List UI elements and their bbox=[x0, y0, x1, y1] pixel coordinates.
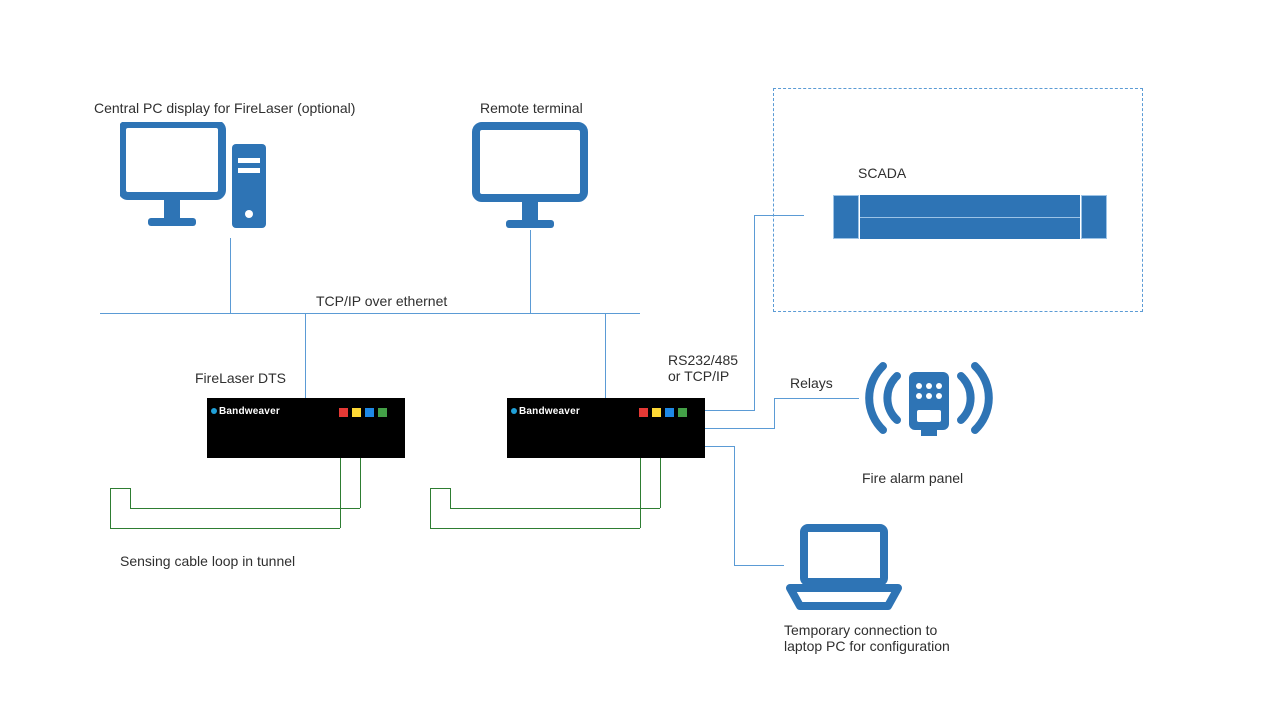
dts-brand-label: Bandweaver bbox=[519, 406, 580, 417]
laptop-icon bbox=[784, 524, 904, 614]
brand-dot-icon bbox=[211, 408, 217, 414]
link-dts2-laptop-h bbox=[705, 446, 735, 447]
link-dts2-relay-h bbox=[705, 428, 775, 429]
link-dts1-bus bbox=[305, 313, 306, 398]
link-remote-bus bbox=[530, 230, 531, 313]
label-fire-alarm: Fire alarm panel bbox=[862, 470, 963, 486]
led-strip bbox=[639, 408, 687, 417]
dts-brand-label: Bandweaver bbox=[219, 406, 280, 417]
loop1-inner-v bbox=[130, 488, 131, 508]
loop1-bot-h bbox=[110, 528, 340, 529]
loop2-right-down bbox=[660, 458, 661, 508]
link-centralpc-bus bbox=[230, 238, 231, 313]
loop1-top-h bbox=[130, 508, 360, 509]
link-dts2-laptop-v bbox=[734, 446, 735, 566]
link-dts2-bus bbox=[605, 313, 606, 398]
brand-dot-icon bbox=[511, 408, 517, 414]
led-strip bbox=[339, 408, 387, 417]
link-dts2-scada-into bbox=[754, 215, 804, 216]
label-relays: Relays bbox=[790, 375, 833, 391]
loop1-cap bbox=[110, 488, 130, 489]
link-dts2-laptop-h2 bbox=[734, 565, 784, 566]
label-tcpip: TCP/IP over ethernet bbox=[316, 293, 447, 309]
loop2-inner-v bbox=[450, 488, 451, 508]
label-firelaser-dts: FireLaser DTS bbox=[195, 370, 286, 386]
loop1-outer-v bbox=[110, 488, 111, 528]
link-dts2-relay-h2 bbox=[774, 398, 859, 399]
link-dts2-relay-v bbox=[774, 398, 775, 429]
remote-terminal-icon bbox=[470, 122, 590, 232]
label-remote-terminal: Remote terminal bbox=[480, 100, 583, 116]
loop2-cap bbox=[430, 488, 450, 489]
loop2-bot-h bbox=[430, 528, 640, 529]
loop2-outer-v bbox=[430, 488, 431, 528]
link-dts2-scada-h bbox=[705, 410, 755, 411]
label-central-pc: Central PC display for FireLaser (option… bbox=[94, 100, 355, 116]
label-rs232: RS232/485 or TCP/IP bbox=[668, 352, 738, 384]
loop2-left-down bbox=[640, 458, 641, 528]
label-laptop: Temporary connection to laptop PC for co… bbox=[784, 622, 950, 654]
loop1-left-down bbox=[340, 458, 341, 528]
loop1-right-down bbox=[360, 458, 361, 508]
dts-unit-1: Bandweaver bbox=[207, 398, 405, 458]
loop2-top-h bbox=[450, 508, 660, 509]
link-dts2-scada-v bbox=[754, 215, 755, 411]
fire-alarm-panel-icon bbox=[859, 358, 999, 458]
ethernet-bus bbox=[100, 313, 640, 314]
label-sensing-cable: Sensing cable loop in tunnel bbox=[120, 553, 295, 569]
central-pc-icon bbox=[120, 122, 270, 240]
dts-unit-2: Bandweaver bbox=[507, 398, 705, 458]
